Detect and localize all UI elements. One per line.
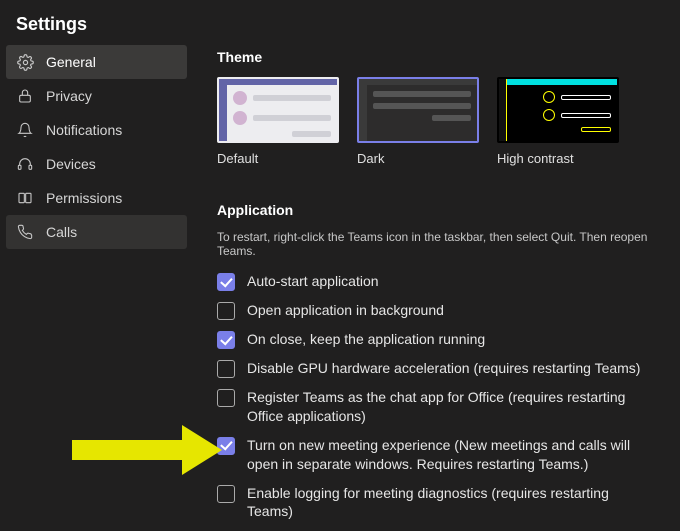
theme-label: Default bbox=[217, 151, 339, 166]
checkbox-new-meeting-experience[interactable] bbox=[217, 437, 235, 455]
sidebar-item-permissions[interactable]: Permissions bbox=[6, 181, 187, 215]
checkbox-label: On close, keep the application running bbox=[247, 330, 485, 349]
permissions-icon bbox=[16, 189, 34, 207]
sidebar-item-label: General bbox=[46, 54, 96, 70]
phone-icon bbox=[16, 223, 34, 241]
sidebar-item-label: Permissions bbox=[46, 190, 122, 206]
option-register-chat-app: Register Teams as the chat app for Offic… bbox=[217, 388, 670, 426]
sidebar-item-label: Devices bbox=[46, 156, 96, 172]
theme-heading: Theme bbox=[217, 49, 670, 65]
option-open-background: Open application in background bbox=[217, 301, 670, 320]
checkbox-disable-gpu[interactable] bbox=[217, 360, 235, 378]
checkbox-label: Register Teams as the chat app for Offic… bbox=[247, 388, 647, 426]
theme-option-default[interactable]: Default bbox=[217, 77, 339, 166]
page-title: Settings bbox=[0, 0, 680, 45]
sidebar-item-label: Notifications bbox=[46, 122, 122, 138]
application-hint: To restart, right-click the Teams icon i… bbox=[217, 230, 670, 258]
theme-label: Dark bbox=[357, 151, 479, 166]
sidebar-item-calls[interactable]: Calls bbox=[6, 215, 187, 249]
theme-thumb-highcontrast bbox=[497, 77, 619, 143]
option-disable-gpu: Disable GPU hardware acceleration (requi… bbox=[217, 359, 670, 378]
option-on-close-running: On close, keep the application running bbox=[217, 330, 670, 349]
sidebar-item-privacy[interactable]: Privacy bbox=[6, 79, 187, 113]
checkbox-autostart[interactable] bbox=[217, 273, 235, 291]
sidebar-item-general[interactable]: General bbox=[6, 45, 187, 79]
option-new-meeting-experience: Turn on new meeting experience (New meet… bbox=[217, 436, 670, 474]
settings-main: Theme Default bbox=[193, 45, 680, 531]
theme-label: High contrast bbox=[497, 151, 619, 166]
checkbox-label: Turn on new meeting experience (New meet… bbox=[247, 436, 647, 474]
checkbox-label: Disable GPU hardware acceleration (requi… bbox=[247, 359, 640, 378]
checkbox-label: Open application in background bbox=[247, 301, 444, 320]
headset-icon bbox=[16, 155, 34, 173]
checkbox-on-close-running[interactable] bbox=[217, 331, 235, 349]
bell-icon bbox=[16, 121, 34, 139]
option-autostart: Auto-start application bbox=[217, 272, 670, 291]
theme-thumb-dark bbox=[357, 77, 479, 143]
checkbox-enable-logging[interactable] bbox=[217, 485, 235, 503]
theme-option-highcontrast[interactable]: High contrast bbox=[497, 77, 619, 166]
theme-option-dark[interactable]: Dark bbox=[357, 77, 479, 166]
checkbox-register-chat-app[interactable] bbox=[217, 389, 235, 407]
lock-icon bbox=[16, 87, 34, 105]
application-heading: Application bbox=[217, 202, 670, 218]
checkbox-label: Enable logging for meeting diagnostics (… bbox=[247, 484, 647, 522]
sidebar-item-devices[interactable]: Devices bbox=[6, 147, 187, 181]
sidebar-item-label: Calls bbox=[46, 224, 77, 240]
theme-thumb-default bbox=[217, 77, 339, 143]
sidebar-item-notifications[interactable]: Notifications bbox=[6, 113, 187, 147]
option-enable-logging: Enable logging for meeting diagnostics (… bbox=[217, 484, 670, 522]
settings-sidebar: General Privacy Notifications Devices Pe… bbox=[0, 45, 193, 531]
gear-icon bbox=[16, 53, 34, 71]
checkbox-label: Auto-start application bbox=[247, 272, 379, 291]
checkbox-open-background[interactable] bbox=[217, 302, 235, 320]
sidebar-item-label: Privacy bbox=[46, 88, 92, 104]
